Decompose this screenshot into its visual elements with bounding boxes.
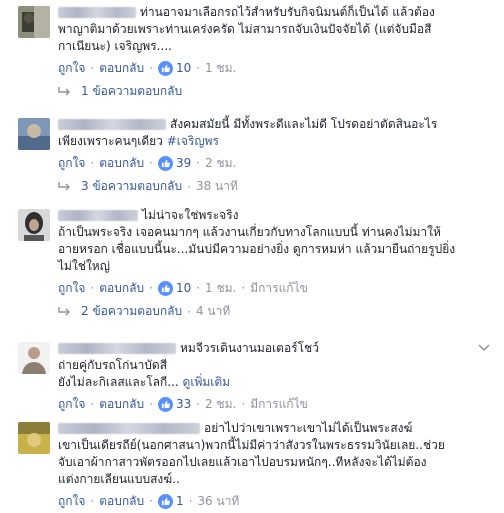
timestamp[interactable]: 1 ชม. bbox=[205, 279, 236, 298]
thumbs-up-icon bbox=[157, 155, 173, 171]
comment-body: หมจีวรเดินงานมอเตอร์โชว์ ถ่ายคู่กับรถโก่… bbox=[58, 340, 494, 413]
like-link[interactable]: ถูกใจ bbox=[58, 59, 85, 78]
timestamp[interactable]: 2 ชม. bbox=[205, 154, 236, 173]
thumbs-up-icon bbox=[157, 60, 173, 76]
thumbs-up-icon bbox=[157, 493, 173, 509]
author-name[interactable] bbox=[58, 7, 136, 18]
comment-body: ไม่น่าจะใช่พระจริง ถ้าเป็นพระจริง เจอคนม… bbox=[58, 207, 494, 320]
thumbs-up-icon bbox=[157, 280, 173, 296]
comment-actions: ถูกใจ · ตอบกลับ · 39 · 2 ชม. bbox=[58, 154, 494, 172]
like-count-badge[interactable]: 10 bbox=[157, 280, 191, 296]
replies-timestamp: 4 นาที bbox=[195, 304, 231, 318]
thumbs-up-icon bbox=[157, 396, 173, 412]
author-name[interactable] bbox=[58, 423, 200, 434]
like-link[interactable]: ถูกใจ bbox=[58, 154, 85, 173]
comment-actions: ถูกใจ · ตอบกลับ · 10 · 1 ชม. · มีการแก้ไ… bbox=[58, 279, 494, 297]
timestamp[interactable]: 36 นาที bbox=[197, 492, 239, 511]
author-name[interactable] bbox=[58, 119, 166, 130]
comment-body: สังคมสมัยนี้ มีทั้งพระดีและไม่ดี โปรดอย่… bbox=[58, 116, 494, 195]
comment-actions: ถูกใจ · ตอบกลับ · 10 · 1 ชม. bbox=[58, 59, 494, 77]
replies-timestamp: 38 นาที bbox=[195, 179, 238, 193]
avatar[interactable] bbox=[18, 422, 50, 454]
view-replies-link[interactable]: 2 ข้อความตอบกลับ · 4 นาที bbox=[58, 303, 494, 320]
author-name[interactable] bbox=[58, 210, 138, 221]
comment-thread: ท่านอาจมาเลือกรถไว้สำหรับรับกิจนิมนต์ก็เ… bbox=[0, 0, 504, 513]
avatar[interactable] bbox=[18, 6, 50, 38]
view-replies-link[interactable]: 1 ข้อความตอบกลับ bbox=[58, 83, 494, 100]
comment-body: อย่าไปว่าเขาเพราะเขาไม่ได้เป็นพระสงฆ์ เข… bbox=[58, 420, 494, 510]
avatar[interactable] bbox=[18, 342, 50, 374]
like-count-badge[interactable]: 1 bbox=[157, 493, 184, 509]
reply-link[interactable]: ตอบกลับ bbox=[99, 279, 144, 298]
see-more-link[interactable]: ดูเพิ่มเติม bbox=[183, 375, 231, 389]
reply-link[interactable]: ตอบกลับ bbox=[99, 395, 144, 414]
like-count-badge[interactable]: 39 bbox=[157, 155, 191, 171]
like-count-badge[interactable]: 33 bbox=[157, 396, 191, 412]
author-name[interactable] bbox=[58, 343, 176, 354]
comment-text: อย่าไปว่าเขาเพราะเขาไม่ได้เป็นพระสงฆ์ เข… bbox=[58, 421, 445, 486]
like-link[interactable]: ถูกใจ bbox=[58, 279, 85, 298]
avatar[interactable] bbox=[18, 209, 50, 241]
reply-arrow-icon bbox=[58, 182, 70, 191]
view-replies-link[interactable]: 3 ข้อความตอบกลับ · 38 นาที bbox=[58, 178, 494, 195]
comment-body: ท่านอาจมาเลือกรถไว้สำหรับรับกิจนิมนต์ก็เ… bbox=[58, 4, 494, 100]
comment-actions: ถูกใจ · ตอบกลับ · 33 · 2 ชม. · มีการแก้ไ… bbox=[58, 395, 494, 413]
timestamp[interactable]: 2 ชม. bbox=[205, 395, 236, 414]
avatar[interactable] bbox=[18, 118, 50, 150]
reply-link[interactable]: ตอบกลับ bbox=[99, 492, 144, 511]
reply-arrow-icon bbox=[58, 307, 70, 316]
edited-label[interactable]: มีการแก้ไข bbox=[250, 279, 308, 298]
timestamp[interactable]: 1 ชม. bbox=[205, 59, 236, 78]
like-link[interactable]: ถูกใจ bbox=[58, 395, 85, 414]
edited-label[interactable]: มีการแก้ไข bbox=[250, 395, 308, 414]
reply-link[interactable]: ตอบกลับ bbox=[99, 154, 144, 173]
comment-text: สังคมสมัยนี้ มีทั้งพระดีและไม่ดี โปรดอย่… bbox=[58, 117, 438, 148]
comment-text: ท่านอาจมาเลือกรถไว้สำหรับรับกิจนิมนต์ก็เ… bbox=[58, 5, 435, 53]
hashtag-link[interactable]: #เจริญพร bbox=[167, 134, 219, 148]
reply-arrow-icon bbox=[58, 87, 70, 96]
comment-text: หมจีวรเดินงานมอเตอร์โชว์ ถ่ายคู่กับรถโก่… bbox=[58, 341, 319, 389]
reply-link[interactable]: ตอบกลับ bbox=[99, 59, 144, 78]
like-count-badge[interactable]: 10 bbox=[157, 60, 191, 76]
comment-text: ไม่น่าจะใช่พระจริง ถ้าเป็นพระจริง เจอคนม… bbox=[58, 208, 456, 273]
like-link[interactable]: ถูกใจ bbox=[58, 492, 85, 511]
comment-actions: ถูกใจ · ตอบกลับ · 1 · 36 นาที bbox=[58, 492, 494, 510]
